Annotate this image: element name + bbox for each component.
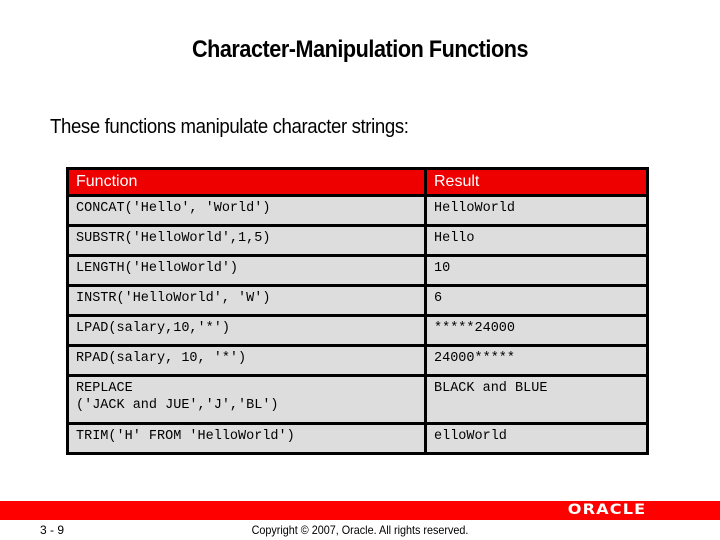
table-row: LENGTH('HelloWorld') 10 <box>66 254 649 287</box>
function-cell: RPAD(salary, 10, '*') <box>66 344 427 377</box>
function-cell: LENGTH('HelloWorld') <box>66 254 427 287</box>
functions-table: Function Result CONCAT('Hello', 'World')… <box>66 167 649 455</box>
function-line: REPLACE <box>76 381 133 396</box>
result-cell: *****24000 <box>424 314 649 347</box>
function-cell: INSTR('HelloWorld', 'W') <box>66 284 427 317</box>
result-cell: Hello <box>424 224 649 257</box>
result-cell: 10 <box>424 254 649 287</box>
result-cell: 6 <box>424 284 649 317</box>
result-cell: elloWorld <box>424 422 649 455</box>
function-cell: REPLACE ('JACK and JUE','J','BL') <box>66 374 427 425</box>
table-row: RPAD(salary, 10, '*') 24000***** <box>66 344 649 377</box>
function-cell: SUBSTR('HelloWorld',1,5) <box>66 224 427 257</box>
table-header-row: Function Result <box>66 167 649 197</box>
slide-title: Character-Manipulation Functions <box>191 36 529 63</box>
function-cell: CONCAT('Hello', 'World') <box>66 194 427 227</box>
result-cell: HelloWorld <box>424 194 649 227</box>
table-row: TRIM('H' FROM 'HelloWorld') elloWorld <box>66 422 649 455</box>
table-row: CONCAT('Hello', 'World') HelloWorld <box>66 194 649 227</box>
table-row: LPAD(salary,10,'*') *****24000 <box>66 314 649 347</box>
table-row: SUBSTR('HelloWorld',1,5) Hello <box>66 224 649 257</box>
intro-text: These functions manipulate character str… <box>50 116 409 138</box>
table-row: REPLACE ('JACK and JUE','J','BL') BLACK … <box>66 374 649 425</box>
function-cell: LPAD(salary,10,'*') <box>66 314 427 347</box>
result-cell: 24000***** <box>424 344 649 377</box>
function-cell: TRIM('H' FROM 'HelloWorld') <box>66 422 427 455</box>
column-header-function: Function <box>66 167 427 197</box>
column-header-result: Result <box>424 167 649 197</box>
table-row: INSTR('HelloWorld', 'W') 6 <box>66 284 649 317</box>
oracle-logo: ORACLE <box>567 502 646 518</box>
result-cell: BLACK and BLUE <box>424 374 649 425</box>
copyright-notice: Copyright © 2007, Oracle. All rights res… <box>251 523 469 537</box>
function-line: ('JACK and JUE','J','BL') <box>76 398 279 413</box>
